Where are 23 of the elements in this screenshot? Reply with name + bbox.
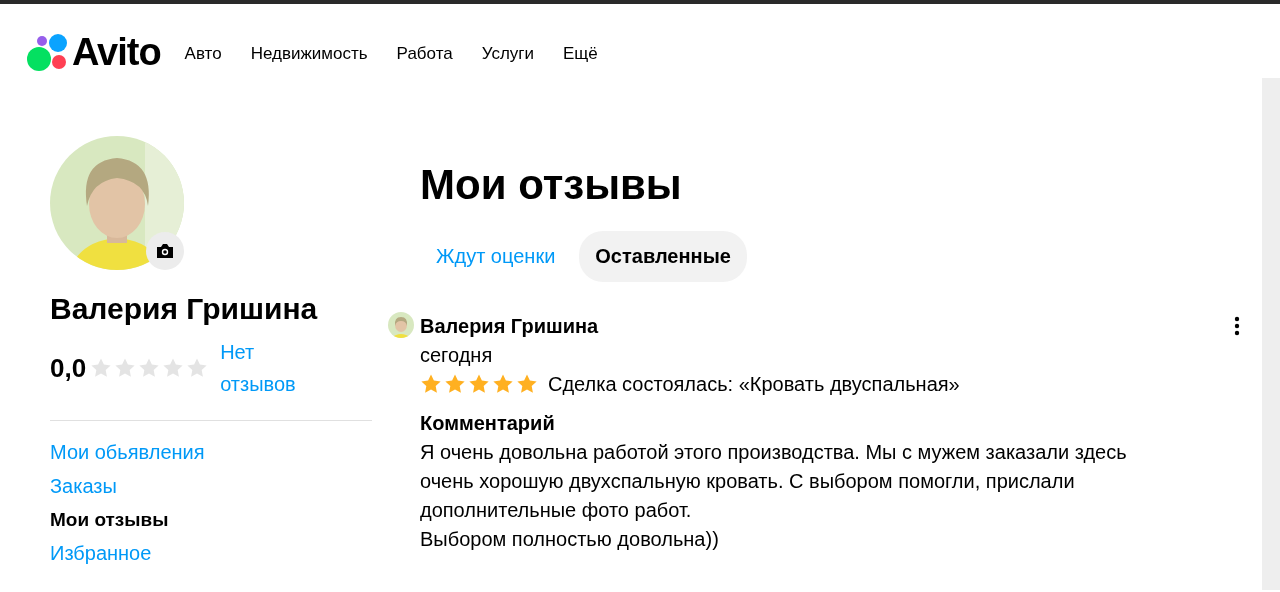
comment-line: дополнительные фото работ. xyxy=(420,497,693,523)
comment-line: Выбором полностью довольна)) xyxy=(420,526,720,552)
comment-line: очень хорошую двухспальную кровать. С выбором помогли, прислали xyxy=(420,468,1076,494)
tab[interactable]: Оставленные xyxy=(579,230,747,282)
sidebar-item[interactable]: Мои отзывы xyxy=(50,509,372,531)
nav-link[interactable]: Авто xyxy=(184,44,222,64)
review-date: сегодня xyxy=(420,342,494,368)
comment-line: Я очень довольна работой этого производства. Мы с мужем заказали здесь xyxy=(420,439,1127,465)
comment-heading: Комментарий xyxy=(420,410,556,436)
logo-text[interactable]: Avito xyxy=(72,30,161,74)
logo-icon xyxy=(26,32,70,72)
page-title: Мои отзывы xyxy=(420,160,683,210)
rating-value: 0,0 xyxy=(50,352,87,384)
review-author: Валерия Гришина xyxy=(420,313,600,339)
nav-link[interactable]: Услуги xyxy=(481,44,534,64)
nav-link[interactable]: Ещё xyxy=(563,44,598,64)
nav-link[interactable]: Недвижимость xyxy=(250,44,368,64)
camera-button[interactable] xyxy=(146,232,184,270)
more-icon[interactable] xyxy=(1234,315,1240,336)
deal-text: Сделка состоялась: «Кровать двуспальная» xyxy=(548,371,960,397)
nav-link[interactable]: Работа xyxy=(396,44,453,64)
camera-icon xyxy=(156,243,174,259)
profile-name: Валерия Гришина xyxy=(50,292,319,326)
